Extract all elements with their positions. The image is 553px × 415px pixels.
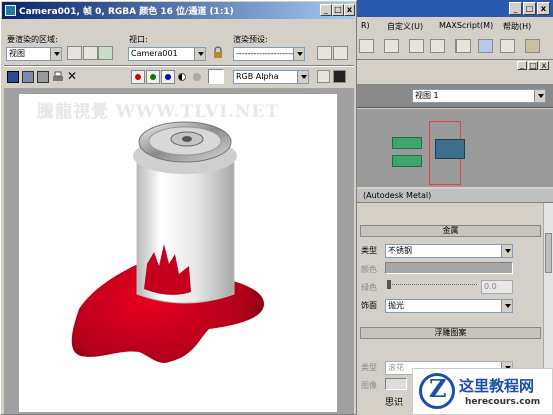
render-window: Camera001, 帧 0, RGBA 颜色 16 位/通道 (1:1) _ … xyxy=(0,0,357,415)
menu-bar: R) 自定义(U) MAXScript(M) 帮助(H) xyxy=(357,18,553,34)
red-dot xyxy=(135,74,141,80)
node-green-2[interactable] xyxy=(392,155,422,167)
logo-url: herecours.com xyxy=(465,397,541,407)
weather-slider[interactable] xyxy=(387,284,477,289)
relief-image-slot[interactable] xyxy=(385,378,407,390)
menu-item-help[interactable]: 帮助(H) xyxy=(503,21,531,32)
crop-region-icon[interactable] xyxy=(98,46,113,60)
blue-channel-button[interactable] xyxy=(161,70,175,84)
panel-minimize-button[interactable]: _ xyxy=(517,61,527,70)
window-title: Camera001, 帧 0, RGBA 颜色 16 位/通道 (1:1) xyxy=(19,7,234,17)
relief-image-label: 图像 xyxy=(361,381,377,390)
render-icon[interactable] xyxy=(478,39,493,53)
preset-select[interactable]: -------------------- xyxy=(233,47,305,61)
logo-mark-icon: Z xyxy=(419,373,455,409)
green-channel-button[interactable] xyxy=(146,70,160,84)
logo-letter: Z xyxy=(429,374,447,403)
logo-title: 这里教程网 xyxy=(459,377,535,395)
metal-rollout-header[interactable]: 金属 xyxy=(360,225,541,237)
relief-rollout-header[interactable]: 浮雕图案 xyxy=(360,327,541,339)
render-frame-icon[interactable] xyxy=(500,39,515,53)
main-toolbar xyxy=(357,34,553,60)
menu-item-customize[interactable]: 自定义(U) xyxy=(387,21,423,32)
maximize-button[interactable]: □ xyxy=(332,4,344,16)
site-logo: Z 这里教程网 herecours.com xyxy=(412,368,553,415)
max-maximize-button[interactable]: □ xyxy=(523,2,536,15)
lock-icon[interactable] xyxy=(211,46,226,60)
panel-header: _ □ x xyxy=(357,61,553,71)
toggle-ui-icon[interactable] xyxy=(333,70,346,83)
status-text: 思识 xyxy=(385,398,404,408)
green-dot xyxy=(150,74,156,80)
panel-maximize-button[interactable]: □ xyxy=(528,61,538,70)
material-title: (Autodesk Metal) xyxy=(363,191,432,200)
auto-region-icon[interactable] xyxy=(83,46,98,60)
viewport-select[interactable]: Camera001 xyxy=(128,47,206,61)
viewport-label: 视口: xyxy=(129,35,148,44)
rendered-can-scene xyxy=(71,121,264,363)
view-select[interactable]: 视图 1 xyxy=(412,89,546,103)
print-glyph xyxy=(53,71,63,81)
clear-icon[interactable]: ✕ xyxy=(67,69,79,83)
weather-value-field[interactable]: 0.0 xyxy=(481,280,513,294)
relief-type-label: 类型 xyxy=(361,363,377,372)
channel-select[interactable]: RGB Alpha xyxy=(233,70,309,84)
render-setup-icon[interactable] xyxy=(317,46,332,60)
preset-label: 渲染预设: xyxy=(233,35,268,44)
toolbar-icon-1[interactable] xyxy=(359,39,374,53)
toolbar-icon-3[interactable] xyxy=(409,39,424,53)
copy-image-icon[interactable] xyxy=(37,71,49,83)
edit-region-icon[interactable] xyxy=(67,46,82,60)
metal-section-title: 金属 xyxy=(442,226,459,235)
render-canvas: 騰龍視覺 WWW.TLVI.NET xyxy=(19,94,337,412)
render-setup-icon[interactable] xyxy=(456,39,471,53)
finish-label: 饰面 xyxy=(361,301,377,310)
close-button[interactable]: x xyxy=(344,4,355,16)
toolbar-divider xyxy=(4,65,354,67)
quick-render-icon[interactable] xyxy=(525,39,540,53)
environment-icon[interactable] xyxy=(333,46,348,60)
render-canvas-frame: 騰龍視覺 WWW.TLVI.NET xyxy=(4,88,354,414)
menu-item-r[interactable]: R) xyxy=(361,21,370,30)
view-header: 视图 1 xyxy=(357,84,553,108)
max-close-button[interactable]: x xyxy=(537,2,550,15)
pull-tab-hole xyxy=(182,136,192,142)
alpha-channel-icon[interactable] xyxy=(178,73,186,81)
panel-close-button[interactable]: x xyxy=(539,61,549,70)
toolbar-icon-2[interactable] xyxy=(384,39,399,53)
relief-section-title: 浮雕图案 xyxy=(434,328,467,337)
weather-label: 绿色 xyxy=(361,283,377,292)
app-icon xyxy=(5,5,16,16)
render-area-select[interactable]: 视图 xyxy=(6,47,62,61)
title-bar: Camera001, 帧 0, RGBA 颜色 16 位/通道 (1:1) _ … xyxy=(2,2,355,19)
weather-slider-thumb[interactable] xyxy=(387,280,391,289)
color-swatch-bar[interactable] xyxy=(385,262,513,274)
color-label: 颜色 xyxy=(361,265,377,274)
lock-glyph xyxy=(214,46,222,58)
node-blue[interactable] xyxy=(435,139,465,159)
channel-display-icon[interactable] xyxy=(317,70,330,83)
print-icon[interactable] xyxy=(52,71,64,83)
menu-item-maxscript[interactable]: MAXScript(M) xyxy=(439,21,493,30)
red-channel-button[interactable] xyxy=(131,70,145,84)
finish-select[interactable]: 抛光 xyxy=(385,299,513,313)
monochrome-icon[interactable] xyxy=(193,73,201,81)
toolbar-icon-4[interactable] xyxy=(430,39,445,53)
blue-dot xyxy=(165,74,171,80)
max-minimize-button[interactable]: _ xyxy=(509,2,522,15)
metal-type-select[interactable]: 不锈钢 xyxy=(385,244,513,258)
type-label: 类型 xyxy=(361,246,377,255)
clone-window-icon[interactable] xyxy=(22,71,34,83)
minimize-button[interactable]: _ xyxy=(320,4,332,16)
max-title-bar: _ □ x xyxy=(357,0,553,17)
render-area-label: 要渲染的区域: xyxy=(7,35,58,44)
save-image-icon[interactable] xyxy=(7,71,19,83)
color-swatch[interactable] xyxy=(208,69,224,84)
material-title-bar: (Autodesk Metal) xyxy=(357,189,553,203)
material-node-view xyxy=(357,109,553,187)
scroll-thumb[interactable] xyxy=(545,233,552,273)
max-window: _ □ x R) 自定义(U) MAXScript(M) 帮助(H) _ □ x… xyxy=(357,0,553,415)
node-green-1[interactable] xyxy=(392,137,422,149)
